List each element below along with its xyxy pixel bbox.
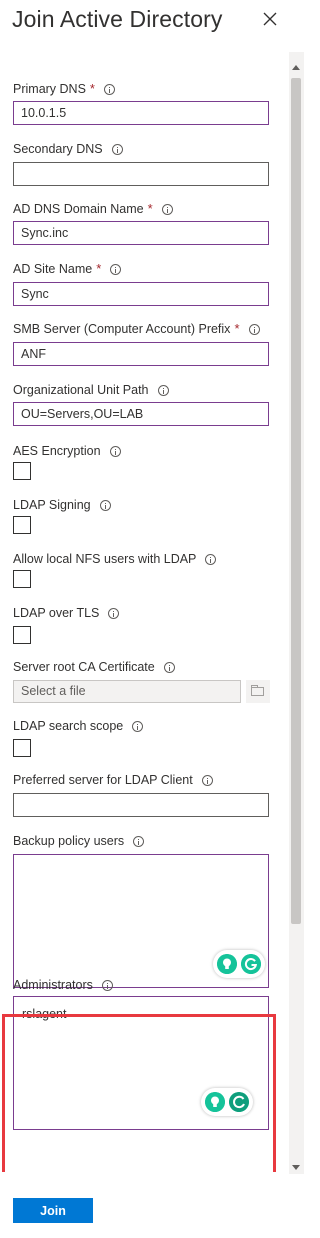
ad-dns-domain-input[interactable]: Sync.inc bbox=[13, 221, 269, 245]
ad-site-label: AD Site Name bbox=[13, 262, 93, 276]
info-icon[interactable] bbox=[163, 661, 175, 673]
ad-site-group: AD Site Name * Sync bbox=[13, 260, 269, 306]
info-icon[interactable] bbox=[132, 720, 144, 732]
ou-path-label: Organizational Unit Path bbox=[13, 383, 149, 397]
ad-dns-domain-label: AD DNS Domain Name bbox=[13, 202, 144, 216]
lightbulb-icon[interactable] bbox=[217, 954, 237, 974]
ldap-over-tls-label: LDAP over TLS bbox=[13, 606, 100, 620]
backup-policy-users-group: Backup policy users bbox=[13, 832, 269, 988]
ldap-over-tls-checkbox[interactable] bbox=[13, 626, 31, 644]
primary-dns-input[interactable]: 10.0.1.5 bbox=[13, 101, 269, 125]
info-icon[interactable] bbox=[133, 835, 145, 847]
aes-encryption-label: AES Encryption bbox=[13, 444, 101, 458]
required-asterisk: * bbox=[234, 321, 240, 336]
administrators-highlight-box bbox=[2, 1014, 276, 1172]
grammarly-icon[interactable] bbox=[241, 954, 261, 974]
server-root-ca-label: Server root CA Certificate bbox=[13, 660, 155, 674]
scroll-down-arrow-icon[interactable] bbox=[292, 1165, 300, 1170]
preferred-server-label: Preferred server for LDAP Client bbox=[13, 773, 193, 787]
allow-local-nfs-group: Allow local NFS users with LDAP bbox=[13, 550, 217, 588]
required-asterisk: * bbox=[89, 81, 95, 96]
panel-title: Join Active Directory bbox=[12, 6, 223, 32]
ou-path-input[interactable]: OU=Servers,OU=LAB bbox=[13, 402, 269, 426]
preferred-server-group: Preferred server for LDAP Client bbox=[13, 771, 269, 817]
aes-encryption-group: AES Encryption bbox=[13, 442, 121, 480]
ldap-signing-checkbox[interactable] bbox=[13, 516, 31, 534]
ldap-signing-group: LDAP Signing bbox=[13, 496, 111, 534]
ldap-search-scope-label: LDAP search scope bbox=[13, 719, 124, 733]
info-icon[interactable] bbox=[205, 553, 217, 565]
required-asterisk: * bbox=[96, 261, 102, 276]
vertical-scrollbar[interactable] bbox=[289, 52, 304, 1174]
ldap-search-scope-checkbox[interactable] bbox=[13, 739, 31, 757]
ldap-over-tls-group: LDAP over TLS bbox=[13, 604, 120, 644]
ldap-signing-label: LDAP Signing bbox=[13, 498, 91, 512]
panel-footer: Join bbox=[0, 1175, 304, 1238]
smb-prefix-label: SMB Server (Computer Account) Prefix bbox=[13, 322, 231, 336]
info-icon[interactable] bbox=[109, 445, 121, 457]
ad-site-input[interactable]: Sync bbox=[13, 282, 269, 306]
info-icon[interactable] bbox=[103, 83, 115, 95]
ou-path-group: Organizational Unit Path OU=Servers,OU=L… bbox=[13, 381, 269, 426]
primary-dns-group: Primary DNS * 10.0.1.5 bbox=[13, 80, 269, 125]
info-icon[interactable] bbox=[201, 774, 213, 786]
allow-local-nfs-label: Allow local NFS users with LDAP bbox=[13, 552, 197, 566]
secondary-dns-label: Secondary DNS bbox=[13, 142, 103, 156]
join-button[interactable]: Join bbox=[13, 1198, 93, 1223]
scroll-up-arrow-icon[interactable] bbox=[292, 65, 300, 70]
administrators-group: Administrators rslagent bbox=[13, 976, 269, 1130]
panel-header: Join Active Directory bbox=[0, 0, 304, 44]
administrators-label: Administrators bbox=[13, 978, 93, 992]
smb-prefix-group: SMB Server (Computer Account) Prefix * A… bbox=[13, 320, 269, 366]
folder-icon bbox=[251, 685, 264, 696]
grammarly-widget[interactable] bbox=[213, 950, 265, 978]
secondary-dns-group: Secondary DNS bbox=[13, 140, 269, 186]
smb-prefix-input[interactable]: ANF bbox=[13, 342, 269, 366]
form-content: Primary DNS * 10.0.1.5 Secondary DNS AD … bbox=[0, 44, 289, 1172]
required-asterisk: * bbox=[147, 201, 153, 216]
close-icon[interactable] bbox=[262, 11, 278, 27]
ldap-search-scope-group: LDAP search scope bbox=[13, 717, 144, 757]
info-icon[interactable] bbox=[99, 499, 111, 511]
preferred-server-input[interactable] bbox=[13, 793, 269, 817]
info-icon[interactable] bbox=[248, 323, 260, 335]
browse-file-button[interactable] bbox=[246, 680, 270, 703]
info-icon[interactable] bbox=[101, 979, 113, 991]
allow-local-nfs-checkbox[interactable] bbox=[13, 570, 31, 588]
primary-dns-label: Primary DNS bbox=[13, 82, 86, 96]
server-root-ca-group: Server root CA Certificate Select a file bbox=[13, 658, 270, 703]
info-icon[interactable] bbox=[110, 263, 122, 275]
info-icon[interactable] bbox=[161, 203, 173, 215]
info-icon[interactable] bbox=[157, 384, 169, 396]
certificate-file-input[interactable]: Select a file bbox=[13, 680, 241, 703]
secondary-dns-input[interactable] bbox=[13, 162, 269, 186]
info-icon[interactable] bbox=[108, 607, 120, 619]
ad-dns-domain-group: AD DNS Domain Name * Sync.inc bbox=[13, 200, 269, 245]
aes-encryption-checkbox[interactable] bbox=[13, 462, 31, 480]
scrollbar-thumb[interactable] bbox=[291, 78, 301, 924]
backup-policy-users-label: Backup policy users bbox=[13, 834, 125, 848]
info-icon[interactable] bbox=[111, 143, 123, 155]
